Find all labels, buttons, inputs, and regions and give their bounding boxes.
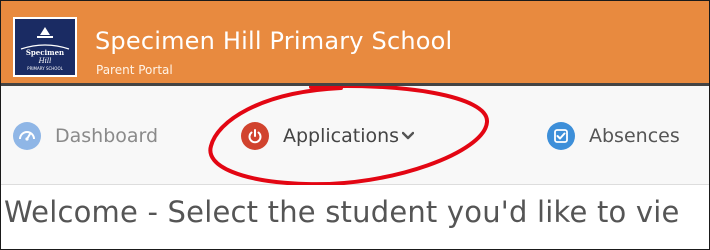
welcome-message: Welcome - Select the student you'd like … (4, 195, 680, 229)
logo-crest-icon: Specimen Hill PRIMARY SCHOOL (15, 19, 75, 75)
portal-label: Parent Portal (96, 63, 173, 77)
speedometer-icon (13, 122, 41, 150)
nav-item-absences[interactable]: Absences (547, 122, 680, 150)
logo-text-bottom: PRIMARY SCHOOL (27, 66, 63, 71)
power-icon (241, 122, 269, 150)
nav-item-applications[interactable]: Applications (241, 122, 415, 150)
logo-text-mid: Hill (38, 57, 52, 65)
chevron-down-icon (402, 131, 415, 141)
school-name[interactable]: Specimen Hill Primary School (95, 29, 452, 53)
app-window: Specimen Hill PRIMARY SCHOOL Specimen Hi… (0, 0, 710, 250)
logo-text-top: Specimen (26, 48, 64, 57)
nav-item-dashboard[interactable]: Dashboard (13, 122, 158, 150)
main-nav: Dashboard Applications Absences (1, 86, 709, 185)
school-logo[interactable]: Specimen Hill PRIMARY SCHOOL (13, 17, 77, 77)
checkbox-icon (547, 122, 575, 150)
nav-label-applications: Applications (283, 124, 400, 147)
nav-label-absences: Absences (589, 124, 680, 147)
nav-label-dashboard: Dashboard (55, 124, 159, 147)
school-header: Specimen Hill PRIMARY SCHOOL Specimen Hi… (1, 1, 709, 86)
